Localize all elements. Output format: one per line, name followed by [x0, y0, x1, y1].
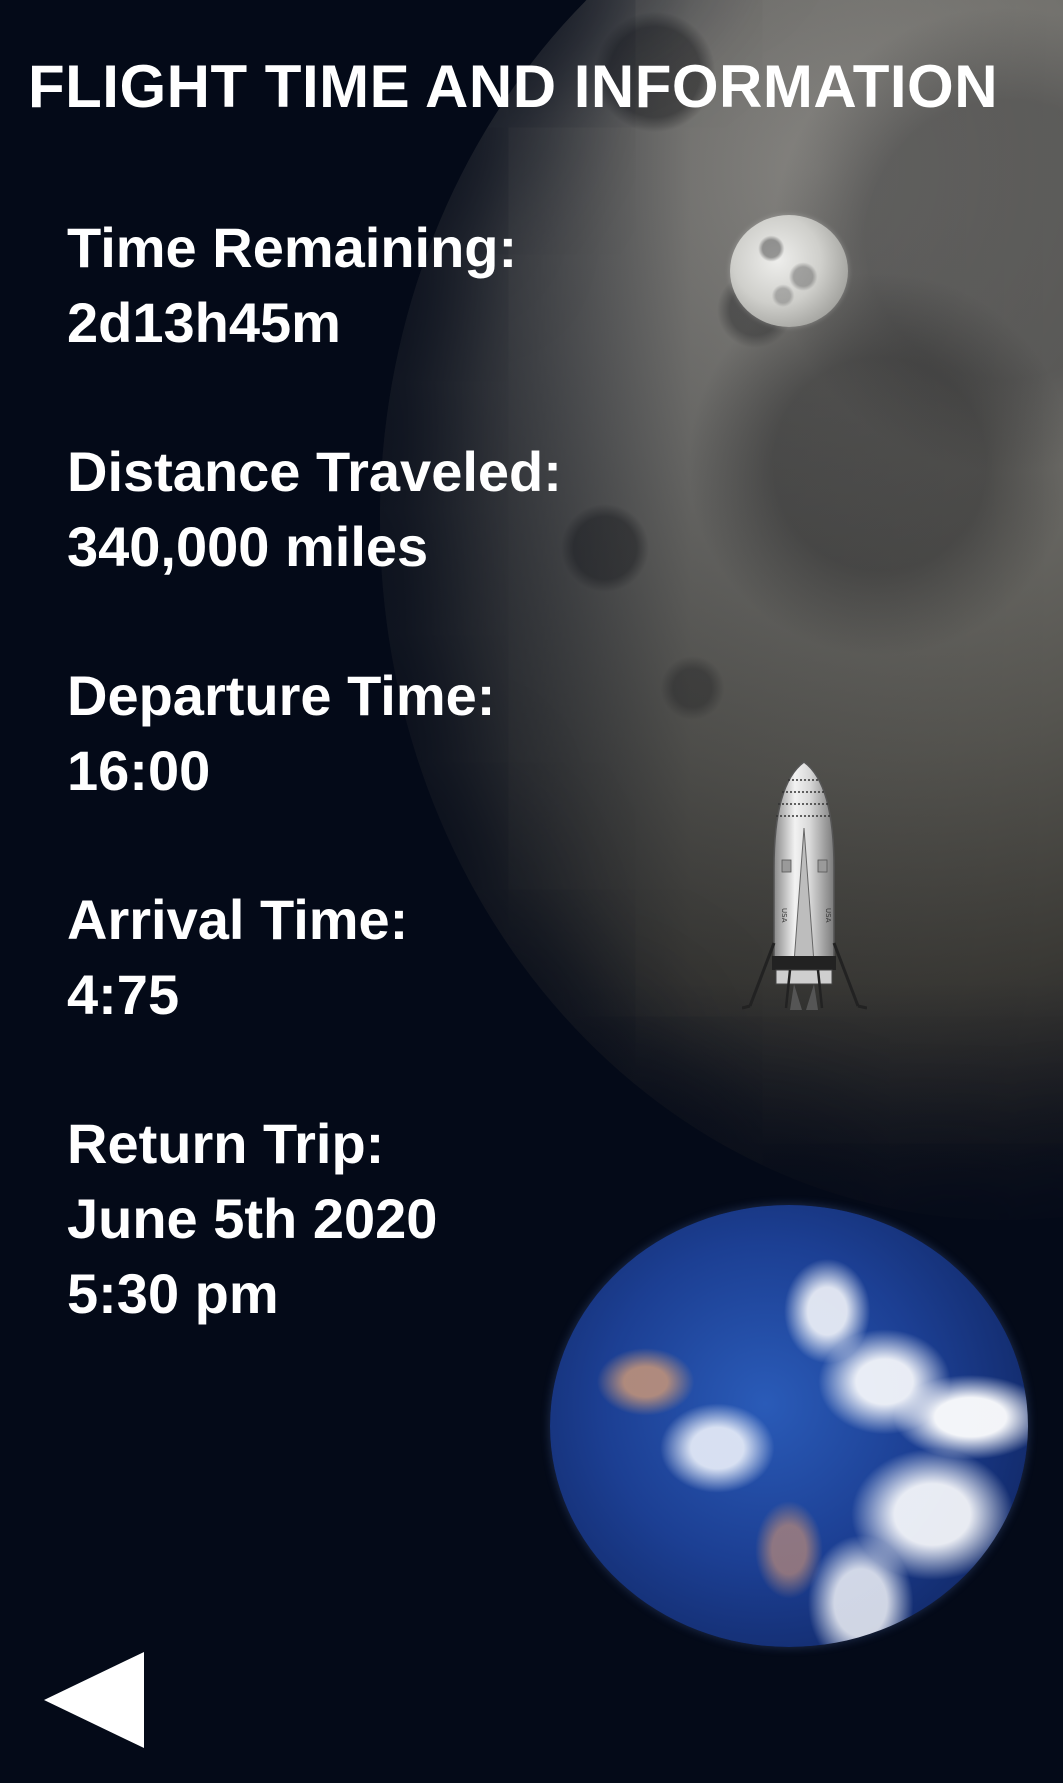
departure-time-item: Departure Time: 16:00 [67, 658, 687, 808]
page-title: FLIGHT TIME AND INFORMATION [28, 53, 999, 120]
departure-time-label: Departure Time: [67, 664, 496, 727]
return-trip-label: Return Trip: [67, 1112, 385, 1175]
time-remaining-item: Time Remaining: 2d13h45m [67, 210, 687, 360]
flight-info-list: Time Remaining: 2d13h45m Distance Travel… [67, 210, 687, 1405]
back-arrow-icon[interactable] [44, 1650, 144, 1750]
rocket-marking-right: USA [824, 908, 832, 923]
moon-icon [730, 215, 848, 327]
departure-time-value: 16:00 [67, 739, 211, 802]
time-remaining-label: Time Remaining: [67, 216, 518, 279]
flight-info-screen: FLIGHT TIME AND INFORMATION Time Remaini… [0, 0, 1063, 1783]
arrival-time-value: 4:75 [67, 963, 180, 1026]
distance-traveled-item: Distance Traveled: 340,000 miles [67, 434, 687, 584]
distance-traveled-label: Distance Traveled: [67, 440, 562, 503]
distance-traveled-value: 340,000 miles [67, 515, 429, 578]
time-remaining-value: 2d13h45m [67, 291, 341, 354]
rocket-marking-left: USA [780, 908, 788, 923]
arrival-time-label: Arrival Time: [67, 888, 409, 951]
rocket-icon: USA USA [742, 761, 867, 1010]
arrival-time-item: Arrival Time: 4:75 [67, 882, 687, 1032]
return-trip-date: June 5th 2020 [67, 1187, 438, 1250]
earth-icon [550, 1205, 1028, 1647]
